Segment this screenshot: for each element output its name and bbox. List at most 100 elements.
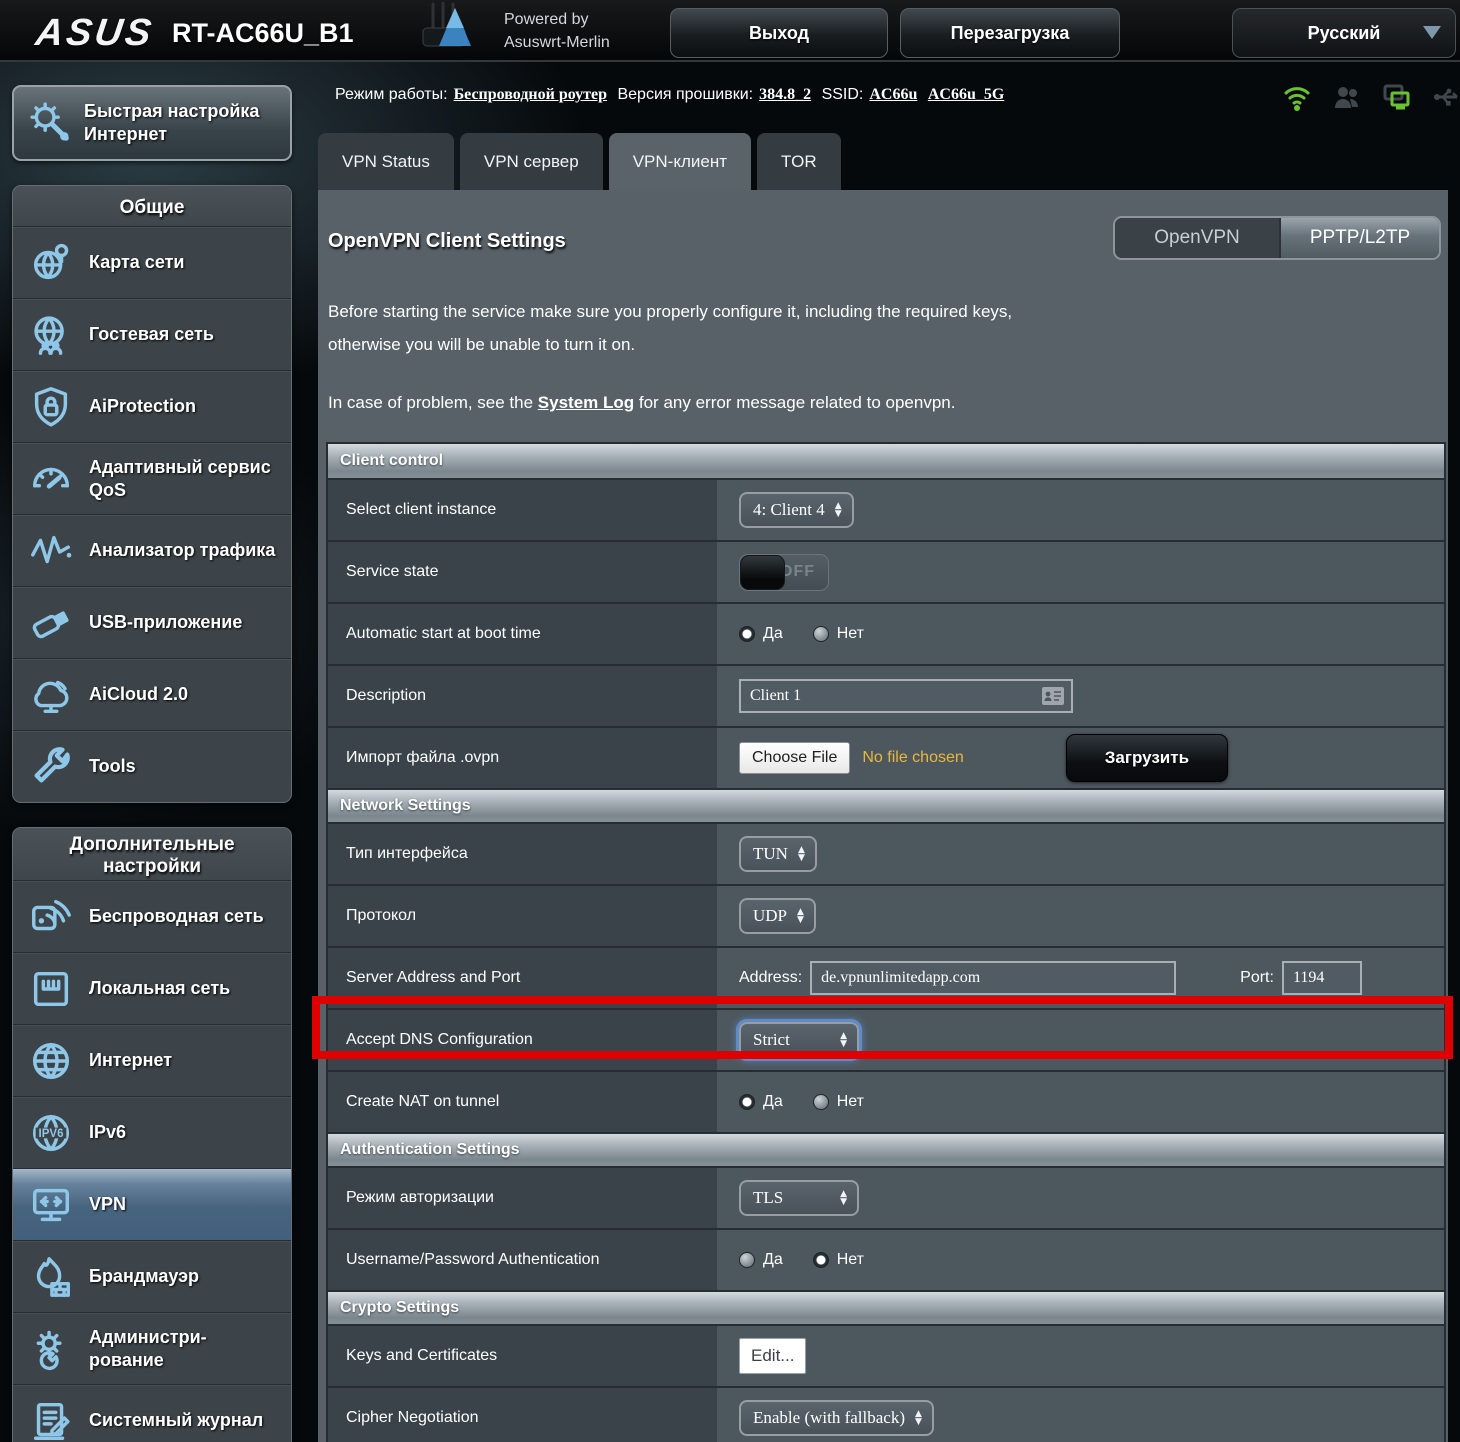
chevron-down-icon	[1423, 26, 1441, 39]
sidebar-item-aicloud[interactable]: AiCloud 2.0	[13, 658, 291, 730]
top-bar: ASUS RT-AC66U_B1 Powered by Asuswrt-Merl…	[0, 0, 1460, 62]
client-instance-select[interactable]: 4: Client 4	[739, 492, 854, 528]
usb-drive-icon	[27, 599, 75, 647]
protocol-select[interactable]: UDP	[739, 898, 816, 934]
section-header-network-settings: Network Settings	[328, 788, 1444, 822]
sidebar-item-vpn[interactable]: VPN	[13, 1168, 291, 1240]
ssid-2g-link[interactable]: AC66u	[869, 86, 917, 103]
sidebar-item-traffic-analyzer[interactable]: Анализатор трафика	[13, 514, 291, 586]
row-accept-dns: Accept DNS Configuration Strict	[328, 1008, 1444, 1070]
row-auth-mode: Режим авторизации TLS	[328, 1166, 1444, 1228]
wrench-icon	[27, 743, 75, 791]
quick-setup-label: Быстрая настройка Интернет	[84, 100, 259, 146]
wifi-status-icon[interactable]	[1283, 82, 1311, 112]
router-illustration-icon	[395, 2, 495, 65]
tab-vpn-client[interactable]: VPN-клиент	[609, 133, 751, 190]
guest-network-icon	[27, 311, 75, 359]
sidebar-item-administration[interactable]: Администри- рование	[13, 1312, 291, 1384]
row-interface-type: Тип интерфейса TUN	[328, 822, 1444, 884]
sidebar-item-wan[interactable]: Интернет	[13, 1024, 291, 1096]
row-cipher-negotiation: Cipher Negotiation Enable (with fallback…	[328, 1386, 1444, 1442]
row-protocol: Протокол UDP	[328, 884, 1444, 946]
accept-dns-select[interactable]: Strict	[739, 1022, 859, 1058]
nat-no-radio[interactable]	[813, 1094, 829, 1110]
firmware-version-link[interactable]: 384.8_2	[759, 86, 811, 103]
operation-mode-link[interactable]: Беспроводной роутер	[454, 86, 607, 103]
userpass-no-radio[interactable]	[813, 1252, 829, 1268]
logout-button[interactable]: Выход	[670, 8, 888, 58]
sidebar-item-firewall[interactable]: Брандмауэр	[13, 1240, 291, 1312]
router-model: RT-AC66U_B1	[172, 18, 354, 49]
language-select[interactable]: Русский	[1232, 8, 1456, 58]
cipher-negotiation-select[interactable]: Enable (with fallback)	[739, 1400, 934, 1436]
auto-start-no-radio[interactable]	[813, 626, 829, 642]
vpn-type-segmented-control: OpenVPN PPTP/L2TP	[1113, 216, 1441, 260]
select-arrows-icon	[798, 846, 805, 862]
sidebar-item-guest-network[interactable]: Гостевая сеть	[13, 298, 291, 370]
edit-keys-button[interactable]: Edit...	[739, 1338, 806, 1374]
sidebar-section-title: Дополнительные настройки	[13, 828, 291, 880]
upload-button[interactable]: Загрузить	[1066, 734, 1228, 782]
sidebar-item-usb-application[interactable]: USB-приложение	[13, 586, 291, 658]
sidebar-item-system-log[interactable]: Системный журнал	[13, 1384, 291, 1442]
row-server-address-port: Server Address and Port Address: Port:	[328, 946, 1444, 1008]
vpn-monitor-icon	[27, 1181, 75, 1229]
cloud-icon	[27, 671, 75, 719]
mode-label: Режим работы:	[335, 86, 448, 103]
vpn-tab-bar: VPN Status VPN сервер VPN-клиент TOR	[318, 133, 841, 190]
sidebar-section-advanced: Дополнительные настройки Беспроводная се…	[12, 827, 292, 1442]
devices-status-icon[interactable]	[1383, 82, 1411, 112]
service-state-toggle[interactable]: OFF	[739, 554, 829, 591]
select-arrows-icon	[835, 502, 842, 518]
sidebar-item-ipv6[interactable]: IPV6 IPv6	[13, 1096, 291, 1168]
intro-text: Before starting the service make sure yo…	[328, 295, 1012, 361]
pptp-l2tp-type-button[interactable]: PPTP/L2TP	[1279, 218, 1439, 258]
sidebar-item-tools[interactable]: Tools	[13, 730, 291, 802]
usb-status-icon[interactable]	[1433, 82, 1460, 112]
lan-port-icon	[27, 965, 75, 1013]
openvpn-type-button[interactable]: OpenVPN	[1115, 218, 1279, 258]
row-keys-certificates: Keys and Certificates Edit...	[328, 1324, 1444, 1386]
file-status-text: No file chosen	[862, 749, 963, 767]
sidebar-item-aiprotection[interactable]: AiProtection	[13, 370, 291, 442]
sidebar-item-lan[interactable]: Локальная сеть	[13, 952, 291, 1024]
tab-tor[interactable]: TOR	[757, 133, 841, 190]
sidebar-item-network-map[interactable]: Карта сети	[13, 226, 291, 298]
status-bar: Режим работы: Беспроводной роутер Версия …	[335, 86, 1010, 104]
row-create-nat: Create NAT on tunnel Да Нет	[328, 1070, 1444, 1132]
row-import-ovpn: Импорт файла .ovpn Choose File No file c…	[328, 726, 1444, 788]
quick-internet-setup-button[interactable]: Быстрая настройка Интернет	[12, 85, 292, 161]
nat-yes-radio[interactable]	[739, 1094, 755, 1110]
section-header-client-control: Client control	[328, 444, 1444, 478]
system-log-link[interactable]: System Log	[538, 393, 634, 412]
row-userpass-auth: Username/Password Authentication Да Нет	[328, 1228, 1444, 1290]
tab-vpn-server[interactable]: VPN сервер	[460, 133, 603, 190]
sidebar-section-title: Общие	[13, 186, 291, 226]
globe-icon	[27, 1037, 75, 1085]
select-arrows-icon	[840, 1032, 847, 1048]
select-arrows-icon	[840, 1190, 847, 1206]
section-header-authentication: Authentication Settings	[328, 1132, 1444, 1166]
auth-mode-select[interactable]: TLS	[739, 1180, 859, 1216]
firmware-label: Версия прошивки:	[617, 86, 753, 103]
ssid-5g-link[interactable]: AC66u_5G	[928, 86, 1004, 103]
ipv6-icon: IPV6	[27, 1109, 75, 1157]
auto-start-yes-radio[interactable]	[739, 626, 755, 642]
language-value: Русский	[1308, 23, 1381, 44]
firewall-flame-icon	[27, 1253, 75, 1301]
sidebar-item-adaptive-qos[interactable]: Адаптивный сервис QoS	[13, 442, 291, 514]
server-address-input[interactable]	[810, 961, 1176, 995]
client-list-icon[interactable]	[1041, 686, 1065, 711]
reboot-button[interactable]: Перезагрузка	[900, 8, 1120, 58]
choose-file-button[interactable]: Choose File	[739, 742, 850, 774]
tab-vpn-status[interactable]: VPN Status	[318, 133, 454, 190]
sidebar-item-wireless[interactable]: Беспроводная сеть	[13, 880, 291, 952]
page-title: OpenVPN Client Settings	[328, 230, 566, 253]
admin-gear-icon	[27, 1325, 75, 1373]
interface-type-select[interactable]: TUN	[739, 836, 817, 872]
server-port-input[interactable]	[1282, 961, 1362, 995]
clients-status-icon[interactable]	[1333, 82, 1361, 112]
quick-setup-icon	[26, 98, 72, 149]
userpass-yes-radio[interactable]	[739, 1252, 755, 1268]
description-input[interactable]	[739, 679, 1073, 713]
